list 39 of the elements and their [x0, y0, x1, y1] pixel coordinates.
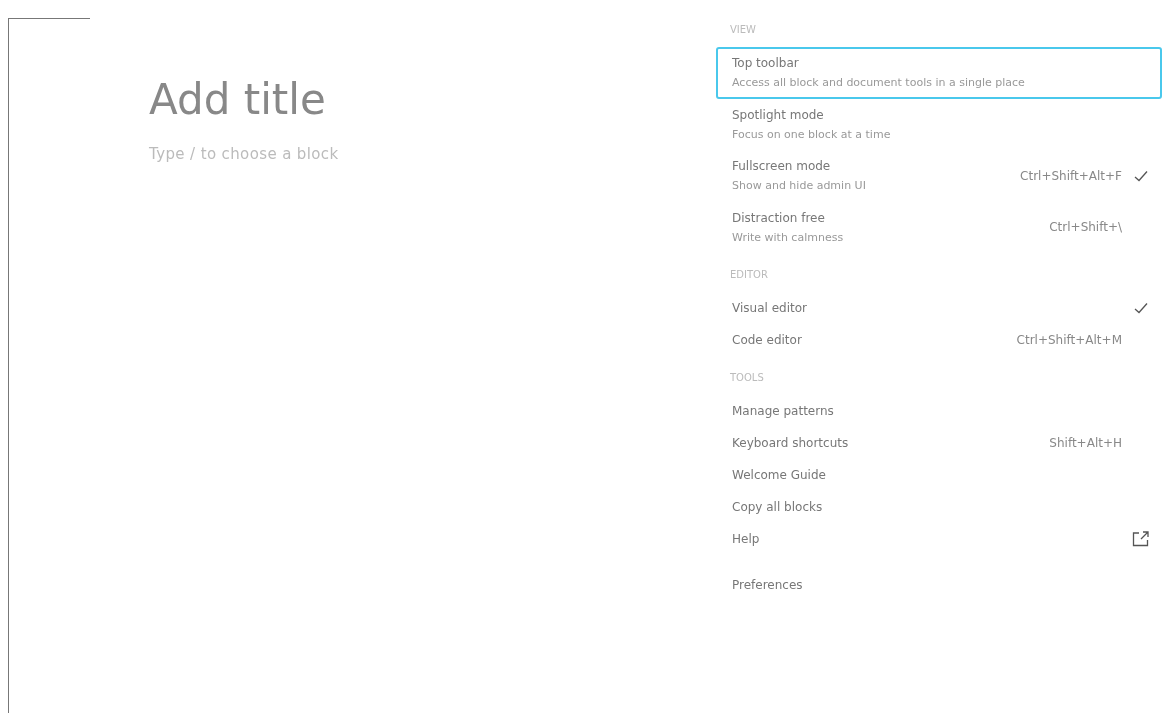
checkmark-icon [1134, 169, 1148, 182]
menu-item-label: Preferences [732, 577, 804, 594]
menu-item-label: Distraction free [732, 209, 826, 227]
menu-item-label: Top toolbar [732, 55, 800, 72]
menu-item-label: Help [732, 531, 761, 548]
menu-item-label: Spotlight mode [732, 106, 825, 124]
shortcut-text: Ctrl+Shift+Alt+F [1020, 167, 1122, 185]
menu-item-label: Visual editor [732, 300, 808, 317]
menu-item-description: Show and hide admin UI [732, 178, 867, 194]
menu-item[interactable]: Spotlight mode Focus on one block at a time [716, 98, 1162, 150]
menu-item[interactable]: Distraction free Write with calmness Ctrl+Shift+\ [716, 201, 1162, 253]
menu-item-description: Access all block and document tools in a single place [732, 75, 1026, 91]
menu-item[interactable]: Copy all blocks [716, 491, 1162, 523]
menu-item[interactable]: Visual editor [716, 292, 1162, 324]
menu-item-description: Focus on one block at a time [732, 126, 892, 143]
menu-item-description: Write with calmness [732, 229, 845, 246]
shortcut-text: Shift+Alt+H [1049, 435, 1122, 452]
menu-item[interactable]: Fullscreen mode Show and hide admin UI Ctrl+Shift+Alt+F [716, 150, 1162, 202]
menu-item[interactable]: Manage patterns [716, 395, 1162, 427]
shortcut-text: Ctrl+Shift+\ [1049, 219, 1122, 237]
menu-item-label: Welcome Guide [732, 467, 827, 484]
menu-item[interactable]: Welcome Guide [716, 459, 1162, 491]
menu-item[interactable]: Top toolbar Access all block and document tools in a single place [716, 47, 1162, 99]
menu-item[interactable]: Help [716, 523, 1162, 555]
section-heading: TOOLS [729, 371, 765, 385]
menu-item[interactable]: Preferences [716, 569, 1162, 601]
external-link-icon [1132, 531, 1150, 547]
menu-item-label: Code editor [732, 332, 803, 349]
menu-item-label: Keyboard shortcuts [732, 435, 850, 452]
menu-item[interactable]: Keyboard shortcuts Shift+Alt+H [716, 427, 1162, 459]
section-heading: EDITOR [729, 268, 769, 282]
menu-item[interactable]: Code editor Ctrl+Shift+Alt+M [716, 324, 1162, 356]
section-heading: VIEW [729, 23, 757, 37]
menu-item-label: Fullscreen mode [732, 158, 832, 175]
title-field[interactable]: Add title [149, 74, 649, 127]
menu-item-label: Manage patterns [732, 403, 835, 420]
shortcut-text: Ctrl+Shift+Alt+M [1016, 332, 1122, 349]
checkmark-icon [1134, 302, 1148, 314]
menu-item-label: Copy all blocks [732, 499, 824, 516]
